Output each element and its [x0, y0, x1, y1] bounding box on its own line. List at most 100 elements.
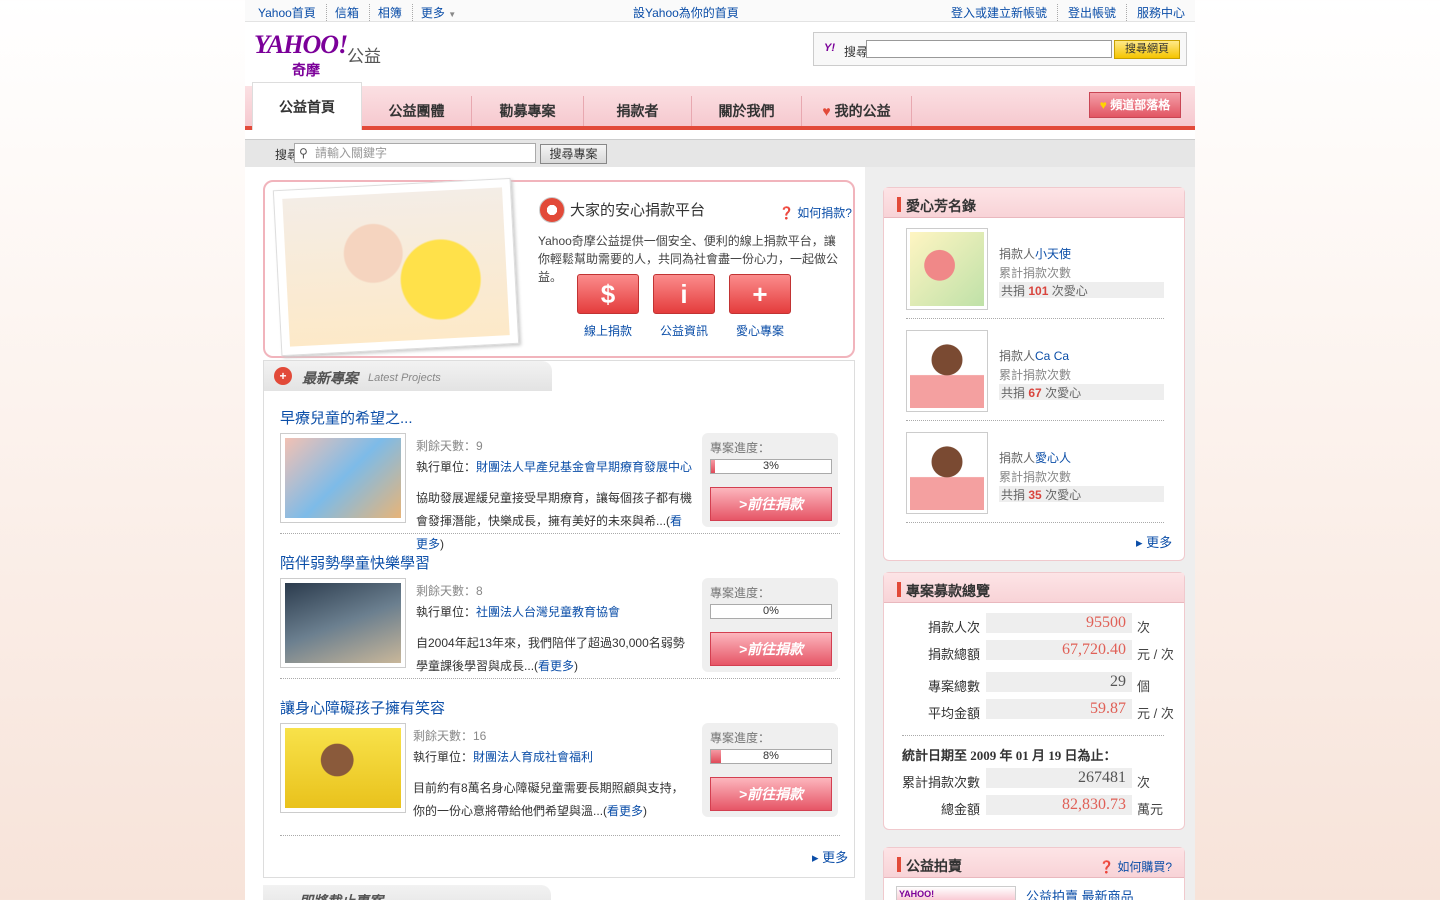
stat-label: 捐款總額 — [927, 647, 980, 662]
set-homepage-link[interactable]: 設Yahoo為你的首頁 — [633, 4, 739, 21]
donor-list-panel: 愛心芳名錄 捐款人小天使 累計捐款次數 共捐 101 次愛心 捐款人Ca Ca … — [883, 187, 1185, 561]
stat-label: 平均金額 — [927, 706, 980, 721]
login-link[interactable]: 登入或建立新帳號 — [941, 4, 1057, 21]
project-desc: 目前約有8萬名身心障礙兒童需要長期照顧與支持，你的一份心意將帶給他們希望與溫..… — [413, 781, 684, 818]
donor-item: 捐款人Ca Ca 累計捐款次數 共捐 67 次愛心 — [906, 330, 1164, 421]
hero-button-label-1[interactable]: 線上捐款 — [577, 322, 639, 339]
util-link-more[interactable]: 更多 ▼ — [421, 4, 466, 21]
how-to-buy-label: 如何購買? — [1117, 860, 1172, 874]
project-thumbnail[interactable] — [280, 578, 406, 668]
progress-bar: 3% — [710, 459, 832, 474]
tab-donors[interactable]: 捐款者 — [584, 96, 692, 126]
progress-box: 專案進度： 8% >前往捐款 — [702, 723, 838, 817]
project-org-link[interactable]: 財團法人育成社會福利 — [473, 750, 593, 764]
tab-about[interactable]: 關於我們 — [692, 96, 802, 126]
tab-organizations[interactable]: 公益團體 — [362, 96, 472, 126]
donate-button[interactable]: >前往捐款 — [710, 632, 832, 666]
donor-item: 捐款人愛心人 累計捐款次數 共捐 35 次愛心 — [906, 432, 1164, 523]
donor-name[interactable]: 小天使 — [1035, 247, 1071, 261]
tab-my-charity[interactable]: ♥ 我的公益 — [802, 96, 912, 126]
donor-count-suffix: 次愛心 — [1045, 386, 1082, 400]
hero-button-label-3[interactable]: 愛心專案 — [729, 322, 791, 339]
donor-count-prefix: 共捐 — [1001, 386, 1026, 400]
donor-count: 共捐 67 次愛心 — [999, 384, 1164, 400]
stat-unit: 次 — [1137, 775, 1151, 790]
project-desc: 協助發展遲緩兒童接受早期療育，讓每個孩子都有機會發揮潛能，快樂成長，擁有美好的未… — [416, 491, 693, 551]
project-org-link[interactable]: 社團法人台灣兒童教育協會 — [476, 605, 620, 619]
read-more-link[interactable]: 看更多 — [607, 804, 643, 818]
help-center-link[interactable]: 服務中心 — [1125, 4, 1195, 21]
project-desc-tail: 溫 — [581, 804, 594, 818]
project-desc: 自2004年起13年來，我們陪伴了超過30,000名弱勢學童課後學習與成長...… — [416, 636, 685, 673]
project-search-button[interactable]: 搜尋專案 — [540, 144, 607, 164]
project-card: 陪伴弱勢學童快樂學習 剩餘天數：8 執行單位：社團法人台灣兒童教育協會 自200… — [280, 552, 840, 692]
hero-panel: 大家的安心捐款平台 ❓ 如何捐款? Yahoo奇摩公益提供一個安全、便利的線上捐… — [263, 177, 855, 358]
logo-sub: 奇摩 — [292, 62, 320, 78]
stat-value: 82,830.73 — [986, 795, 1132, 815]
avatar[interactable] — [906, 330, 988, 412]
auction-thumbnail[interactable]: YAHOO! — [896, 886, 1016, 900]
progress-percent: 8% — [763, 750, 779, 762]
more-projects-link[interactable]: 更多 — [812, 847, 848, 866]
more-donors-link[interactable]: 更多 — [1136, 532, 1172, 551]
project-title[interactable]: 早療兒童的希望之... — [280, 407, 413, 428]
dollar-icon-button[interactable]: $ — [577, 274, 639, 314]
project-desc-tail: 與成長 — [488, 659, 525, 673]
latest-projects-title-en: Latest Projects — [368, 372, 441, 384]
progress-label: 專案進度： — [710, 731, 771, 745]
donor-count: 共捐 35 次愛心 — [999, 486, 1164, 502]
how-to-buy-link[interactable]: ❓ 如何購買? — [1099, 858, 1172, 875]
donor-label: 累計捐款次數 — [999, 266, 1072, 280]
header: YAHOO! 奇摩 公益 Y! 搜尋 搜尋網頁 — [245, 22, 1195, 86]
donor-count-suffix: 次愛心 — [1051, 284, 1088, 298]
stat-row: 專案總數 29 個 — [884, 672, 1184, 694]
latest-projects-tab: + 最新專案 Latest Projects — [264, 361, 552, 391]
avatar[interactable] — [906, 432, 988, 514]
auction-link[interactable]: 公益拍賣 最新商品 — [1026, 886, 1134, 900]
project-title[interactable]: 讓身心障礙孩子擁有笑容 — [280, 697, 445, 718]
donate-button[interactable]: >前往捐款 — [710, 777, 832, 811]
logout-link[interactable]: 登出帳號 — [1056, 4, 1126, 21]
util-link-home[interactable]: Yahoo首頁 — [258, 4, 327, 21]
donate-button[interactable]: >前往捐款 — [710, 487, 832, 521]
project-thumbnail[interactable] — [280, 723, 406, 813]
plus-circle-icon — [539, 197, 565, 223]
divider — [280, 678, 840, 679]
project-search-bar: 搜尋 請輸入關鍵字 搜尋專案 — [245, 139, 1195, 167]
stat-date: 統計日期至 2009 年 01 月 19 日為止： — [902, 748, 1117, 763]
medkit-icon-button[interactable]: + — [729, 274, 791, 314]
tab-projects[interactable]: 勸募專案 — [472, 96, 584, 126]
info-icon-button[interactable]: i — [653, 274, 715, 314]
yahoo-logo[interactable]: YAHOO! 奇摩 公益 — [254, 30, 381, 78]
progress-label: 專案進度： — [710, 586, 771, 600]
stat-row: 累計捐款次數 267481 次 — [884, 768, 1184, 790]
divider — [902, 735, 1164, 736]
donor-name[interactable]: Ca Ca — [1035, 349, 1069, 363]
project-org-label: 執行單位： — [416, 460, 477, 474]
util-link-mail[interactable]: 信箱 — [335, 4, 370, 21]
divider — [906, 318, 1164, 319]
read-more-link[interactable]: 看更多 — [538, 659, 574, 673]
fundraising-overview-panel: 專案募款總覽 捐款人次 95500 次 捐款總額 67,720.40 元 / 次 專案總… — [883, 572, 1185, 830]
project-thumbnail[interactable] — [280, 433, 406, 523]
avatar[interactable] — [906, 228, 988, 310]
tab-home[interactable]: 公益首頁 — [252, 82, 362, 130]
utility-links-right: 登入或建立新帳號 登出帳號 服務中心 — [941, 4, 1195, 21]
project-org-label: 執行單位： — [416, 605, 477, 619]
project-search-input[interactable]: 請輸入關鍵字 — [294, 143, 536, 163]
how-to-donate-link[interactable]: ❓ 如何捐款? — [779, 204, 852, 221]
project-title[interactable]: 陪伴弱勢學童快樂學習 — [280, 552, 430, 573]
hero-button-label-2[interactable]: 公益資訊 — [653, 322, 715, 339]
donor-name[interactable]: 愛心人 — [1035, 451, 1071, 465]
util-link-photos[interactable]: 相簿 — [378, 4, 413, 21]
divider — [906, 522, 1164, 523]
web-search-input[interactable] — [866, 40, 1112, 58]
project-org-link[interactable]: 財團法人早產兒基金會早期療育發展中心 — [476, 460, 692, 474]
channel-blog-button[interactable]: ♥ 頻道部落格 — [1089, 92, 1181, 118]
web-search-button[interactable]: 搜尋網頁 — [1114, 40, 1180, 59]
stat-row: 總金額 82,830.73 萬元 — [884, 795, 1184, 817]
chevron-down-icon: ▼ — [448, 10, 457, 19]
how-to-donate-label: 如何捐款? — [797, 206, 852, 220]
project-card: 早療兒童的希望之... 剩餘天數：9 執行單位：財團法人早產兒基金會早期療育發展… — [280, 407, 840, 551]
donor-count-value: 101 — [1028, 284, 1049, 298]
